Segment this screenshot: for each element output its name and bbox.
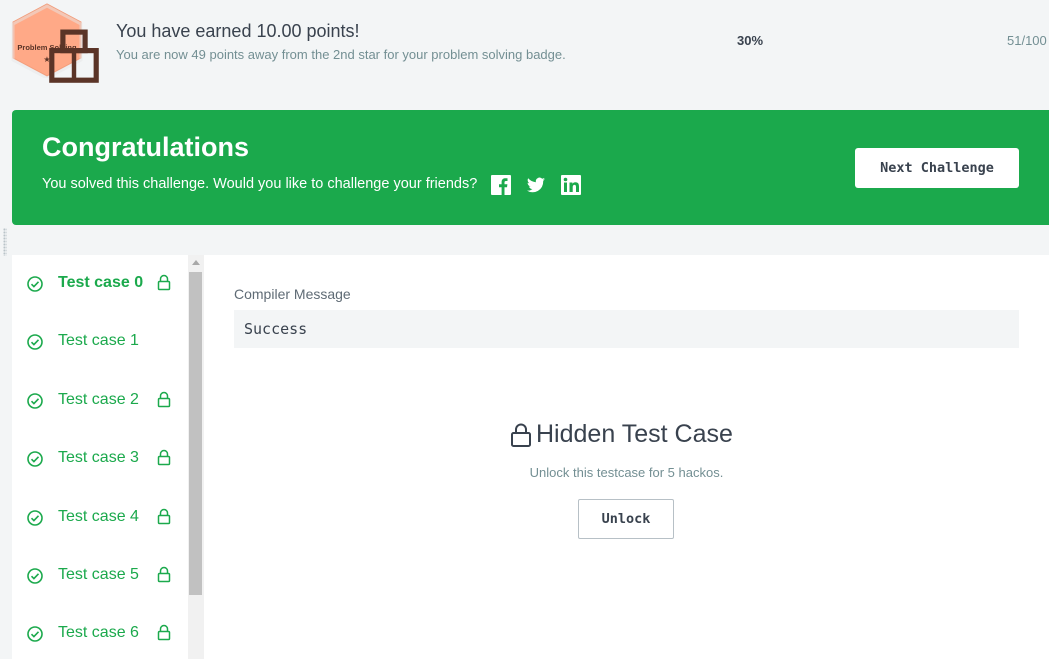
- problem-solving-badge: Problem Solving ★: [10, 2, 99, 83]
- check-circle-icon: [27, 568, 43, 584]
- badge-stars: ★: [43, 55, 51, 64]
- lock-icon: [511, 423, 531, 447]
- facebook-icon[interactable]: [491, 175, 511, 195]
- badge-label: Problem Solving: [17, 43, 77, 52]
- banner-message: You solved this challenge. Would you lik…: [42, 176, 478, 192]
- scrollbar-thumb[interactable]: [189, 272, 202, 595]
- test-case-item-2[interactable]: Test case 2: [12, 381, 188, 421]
- lock-icon: [157, 566, 171, 583]
- test-case-item-4[interactable]: Test case 4: [12, 498, 188, 538]
- test-case-item-6[interactable]: Test case 6: [12, 614, 188, 654]
- points-earned-title: You have earned 10.00 points!: [116, 21, 360, 41]
- next-challenge-button[interactable]: Next Challenge: [855, 148, 1019, 188]
- test-case-label: Test case 4: [58, 508, 139, 525]
- test-case-item-3[interactable]: Test case 3: [12, 439, 188, 479]
- scroll-up-arrow-icon[interactable]: [192, 260, 200, 265]
- lock-icon: [157, 391, 171, 408]
- compiler-message-label: Compiler Message: [234, 286, 351, 302]
- lock-icon: [157, 508, 171, 525]
- check-circle-icon: [27, 451, 43, 467]
- linkedin-icon[interactable]: [561, 175, 581, 195]
- panel-resize-handle[interactable]: [3, 228, 7, 256]
- banner-title: Congratulations: [42, 132, 249, 162]
- test-case-label: Test case 2: [58, 391, 139, 408]
- check-circle-icon: [27, 334, 43, 350]
- check-circle-icon: [27, 393, 43, 409]
- test-case-detail: Compiler Message Success Hidden Test Cas…: [204, 255, 1049, 659]
- congratulations-banner: Congratulations You solved this challeng…: [12, 110, 1049, 225]
- badge-progress-count: 51/100: [1007, 33, 1047, 48]
- test-case-label: Test case 5: [58, 566, 139, 583]
- test-case-label: Test case 3: [58, 449, 139, 466]
- compiler-message-value: Success: [244, 320, 308, 338]
- hidden-test-case-heading: Hidden Test Case: [510, 420, 733, 449]
- test-case-item-0[interactable]: Test case 0: [12, 264, 188, 304]
- lock-icon: [157, 624, 171, 641]
- badge-progress-percent: 30%: [737, 33, 764, 48]
- twitter-icon[interactable]: [526, 175, 546, 195]
- test-case-label: Test case 6: [58, 624, 139, 641]
- test-case-label: Test case 1: [58, 332, 139, 349]
- check-circle-icon: [27, 276, 43, 292]
- hidden-test-case-title: Hidden Test Case: [536, 420, 733, 448]
- check-circle-icon: [27, 626, 43, 642]
- lock-icon: [157, 449, 171, 466]
- test-case-scrollbar[interactable]: [188, 255, 204, 659]
- points-earned-subtitle: You are now 49 points away from the 2nd …: [116, 47, 566, 62]
- test-case-label: Test case 0: [58, 274, 144, 291]
- compiler-message-box: Success: [234, 310, 1019, 348]
- unlock-cost-text: Unlock this testcase for 5 hackos.: [529, 465, 724, 480]
- lock-icon: [157, 274, 171, 291]
- check-circle-icon: [27, 510, 43, 526]
- test-case-item-5[interactable]: Test case 5: [12, 556, 188, 596]
- test-case-list: Test case 0 Test case 1 Test case 2 Test…: [12, 255, 188, 659]
- unlock-button[interactable]: Unlock: [578, 499, 674, 539]
- test-case-item-1[interactable]: Test case 1: [12, 322, 188, 362]
